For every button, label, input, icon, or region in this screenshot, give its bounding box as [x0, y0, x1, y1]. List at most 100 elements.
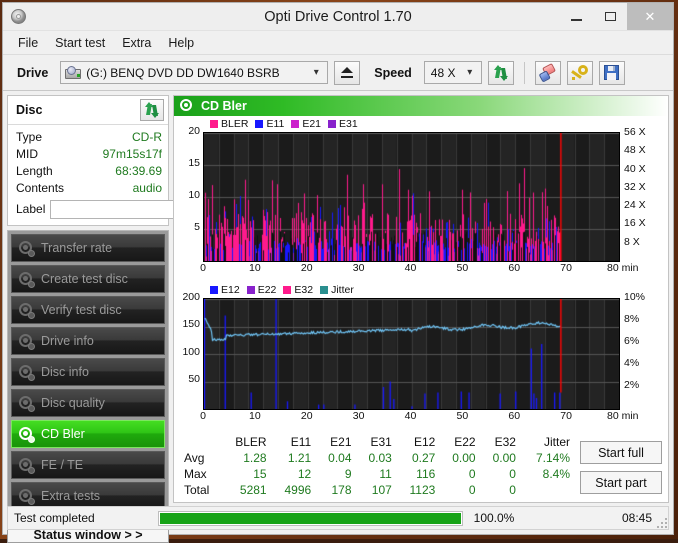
y-tick-label: 5 [176, 221, 200, 233]
sidebar-item-disc-quality[interactable]: Disc quality [11, 389, 165, 417]
speed-select[interactable]: 48 X ▾ [424, 61, 482, 84]
table-column-header: E22 [439, 435, 479, 450]
y2-tick-label: 48 X [624, 144, 646, 156]
table-column-header: Jitter [520, 435, 574, 450]
menu-extra[interactable]: Extra [115, 33, 158, 53]
sidebar-item-verify-test-disc[interactable]: Verify test disc [11, 296, 165, 324]
maximize-button[interactable] [593, 3, 627, 30]
minimize-icon [571, 19, 582, 21]
disc-row-value: 97m15s17f [103, 147, 162, 161]
disc-scan-icon [18, 457, 34, 473]
window-controls: ✕ [559, 3, 673, 30]
progress-bar-fill [160, 513, 461, 524]
key-icon [571, 65, 589, 81]
eject-icon [341, 67, 353, 73]
minimize-button[interactable] [559, 3, 593, 30]
speed-label: Speed [374, 66, 412, 80]
x-tick-label: 10 [244, 410, 266, 422]
table-column-header: E21 [315, 435, 355, 450]
eject-button[interactable] [334, 61, 360, 85]
table-column-header: E12 [396, 435, 439, 450]
table-cell: 15 [220, 466, 271, 482]
sidebar-item-fe-te[interactable]: FE / TE [11, 451, 165, 479]
disc-row-label: Contents [16, 181, 64, 195]
erase-button[interactable] [535, 61, 561, 85]
sidebar-item-label: Transfer rate [41, 241, 112, 255]
main-panel: CD Bler BLERE11E21E31 5101520 8 X16 X24 … [173, 95, 669, 503]
sidebar-item-transfer-rate[interactable]: Transfer rate [11, 234, 165, 262]
disc-scan-icon [18, 271, 34, 287]
y-tick-label: 200 [176, 291, 200, 303]
disc-properties: Type CD-R MID 97m15s17f Length 68:39.69 … [8, 125, 168, 225]
menu-start-test[interactable]: Start test [48, 33, 112, 53]
app-cd-disc-icon [9, 7, 29, 27]
progress-percent: 100.0% [463, 511, 525, 525]
table-cell: 7.14% [520, 450, 574, 466]
table-row-label: Total [180, 482, 220, 498]
menu-help[interactable]: Help [161, 33, 201, 53]
disc-scan-icon [18, 333, 34, 349]
chart-bler-canvas [203, 132, 620, 262]
table-cell: 0 [439, 482, 479, 498]
disc-row-label: MID [16, 147, 38, 161]
start-part-button[interactable]: Start part [580, 471, 662, 494]
sidebar-item-label: Verify test disc [41, 303, 122, 317]
optical-drive-icon [65, 66, 81, 80]
table-cell: 107 [356, 482, 396, 498]
menu-file[interactable]: File [11, 33, 45, 53]
sidebar: Disc Type CD-R MID 97m15s17f Len [7, 95, 169, 503]
disc-row-value: CD-R [132, 130, 162, 144]
table-cell: 0.03 [356, 450, 396, 466]
x-tick-label: 60 [503, 410, 525, 422]
table-cell: 1.28 [220, 450, 271, 466]
start-buttons: Start full Start part [580, 435, 662, 498]
chart-bler-plotarea: 5101520 8 X16 X24 X32 X40 X48 X56 X 0102… [176, 118, 666, 288]
close-button[interactable]: ✕ [627, 3, 673, 30]
x-tick-label: 50 [451, 410, 473, 422]
drive-label: Drive [17, 66, 48, 80]
table-row-label: Max [180, 466, 220, 482]
x-tick-label: 70 [555, 262, 577, 274]
chart-jitter: E12E22E32Jitter 50100150200 2%4%6%8%10% … [176, 284, 666, 431]
key-button[interactable] [567, 61, 593, 85]
sidebar-item-disc-info[interactable]: Disc info [11, 358, 165, 386]
main-panel-header: CD Bler [174, 96, 668, 116]
x-tick-label: 40 [400, 410, 422, 422]
table-cell: 11 [356, 466, 396, 482]
y-tick-label: 100 [176, 346, 200, 358]
sidebar-item-cd-bler[interactable]: CD Bler [11, 420, 165, 448]
speed-select-value: 48 X [431, 66, 456, 80]
save-button[interactable] [599, 61, 625, 85]
table-cell: 0 [439, 466, 479, 482]
disc-row-contents: Contents audio [16, 179, 162, 196]
refresh-button[interactable] [488, 61, 514, 85]
disc-scan-icon [18, 240, 34, 256]
y-tick-label: 15 [176, 157, 200, 169]
y2-tick-label: 8% [624, 313, 639, 325]
disc-refresh-button[interactable] [140, 99, 164, 121]
table-cell: 0 [480, 482, 520, 498]
y2-tick-label: 56 X [624, 126, 646, 138]
y2-tick-label: 16 X [624, 217, 646, 229]
x-tick-label: 40 [400, 262, 422, 274]
sidebar-item-drive-info[interactable]: Drive info [11, 327, 165, 355]
table-corner [180, 435, 220, 450]
sidebar-item-label: Create test disc [41, 272, 128, 286]
table-cell: 5281 [220, 482, 271, 498]
resize-grip[interactable] [657, 518, 667, 528]
start-full-button[interactable]: Start full [580, 441, 662, 464]
disc-scan-icon [18, 426, 34, 442]
chevron-down-icon: ▾ [461, 67, 479, 78]
y-tick-label: 150 [176, 318, 200, 330]
disc-row-value: audio [133, 181, 162, 195]
x-tick-label: 80 min [607, 410, 629, 422]
drive-select[interactable]: (G:) BENQ DVD DD DW1640 BSRB ▾ [60, 61, 328, 84]
y-tick-label: 50 [176, 373, 200, 385]
statistics-table: BLERE11E21E31E12E22E32Jitter Avg1.281.21… [180, 435, 574, 498]
x-tick-label: 50 [451, 262, 473, 274]
sidebar-item-create-test-disc[interactable]: Create test disc [11, 265, 165, 293]
table-cell [520, 482, 574, 498]
close-icon: ✕ [645, 9, 656, 25]
x-tick-label: 10 [244, 262, 266, 274]
table-cell: 9 [315, 466, 355, 482]
